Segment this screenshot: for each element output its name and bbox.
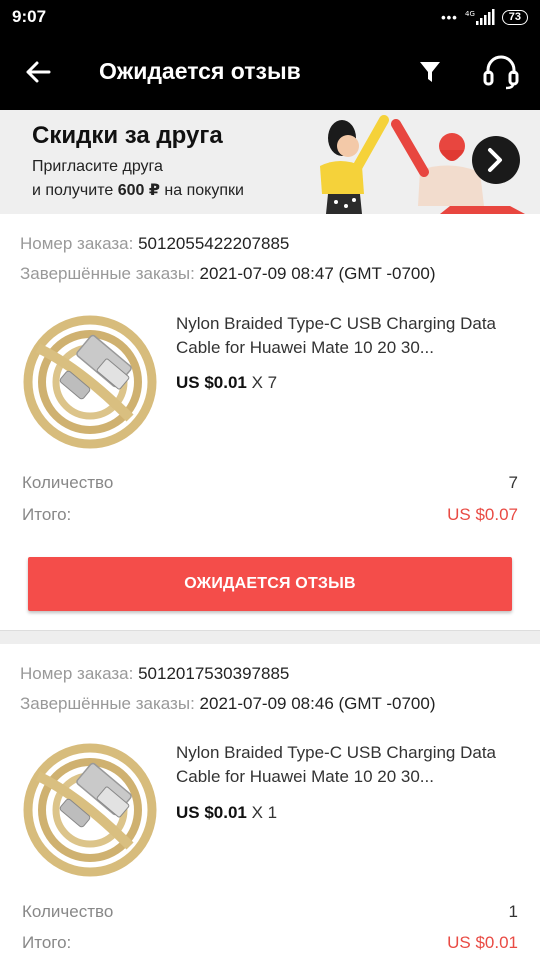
product-title[interactable]: Nylon Braided Type-C USB Charging Data C…	[176, 312, 521, 360]
product-image[interactable]	[20, 736, 160, 878]
quantity-row: Количество 7	[22, 473, 518, 492]
banner-line-2: и получите 600 ₽ на покупки	[32, 182, 244, 199]
arrow-left-icon	[26, 61, 51, 83]
product-price: US $0.01 X 1	[176, 803, 278, 822]
banner-line-1: Пригласите друга	[32, 158, 163, 175]
section-divider	[0, 630, 540, 644]
filter-button[interactable]	[412, 54, 448, 90]
banner-title: Скидки за друга	[32, 122, 223, 149]
product-image[interactable]	[20, 308, 160, 450]
order-card[interactable]: Номер заказа: 5012017530397885 Завершённ…	[0, 644, 540, 960]
total-row: Итого: US $0.07	[22, 505, 518, 524]
quantity-row: Количество 1	[22, 902, 518, 921]
support-button[interactable]	[480, 52, 522, 92]
app-bar: Ожидается отзыв	[0, 34, 540, 110]
battery-icon: 73	[501, 9, 528, 25]
network-type: 4G	[465, 10, 475, 18]
filter-icon	[420, 62, 440, 82]
status-icons: ••• 4G 73	[441, 9, 528, 25]
order-card[interactable]: Номер заказа: 5012055422207885 Завершённ…	[0, 214, 540, 630]
product-price: US $0.01 X 7	[176, 373, 278, 392]
total-value: US $0.07	[447, 505, 518, 524]
quantity-value: 1	[508, 902, 518, 921]
total-value: US $0.01	[447, 933, 518, 952]
signal-icon: 4G	[465, 9, 495, 25]
status-bar: 9:07 ••• 4G 73	[0, 0, 540, 34]
page-title: Ожидается отзыв	[99, 58, 301, 84]
order-date: Завершённые заказы: 2021-07-09 08:46 (GM…	[20, 694, 436, 713]
promo-banner[interactable]: Скидки за друга Пригласите друга и получ…	[0, 110, 540, 214]
product-title[interactable]: Nylon Braided Type-C USB Charging Data C…	[176, 741, 521, 789]
notification-dots-icon: •••	[441, 9, 458, 25]
order-date: Завершённые заказы: 2021-07-09 08:47 (GM…	[20, 264, 436, 283]
order-number: Номер заказа: 5012017530397885	[20, 664, 290, 683]
back-button[interactable]	[20, 54, 56, 90]
status-time: 9:07	[12, 7, 47, 26]
banner-illustration	[320, 115, 525, 214]
total-row: Итого: US $0.01	[22, 933, 518, 952]
leave-review-button[interactable]: ОЖИДАЕТСЯ ОТЗЫВ	[28, 557, 512, 611]
headset-icon	[483, 55, 519, 90]
quantity-value: 7	[508, 473, 518, 492]
order-number: Номер заказа: 5012055422207885	[20, 234, 290, 253]
